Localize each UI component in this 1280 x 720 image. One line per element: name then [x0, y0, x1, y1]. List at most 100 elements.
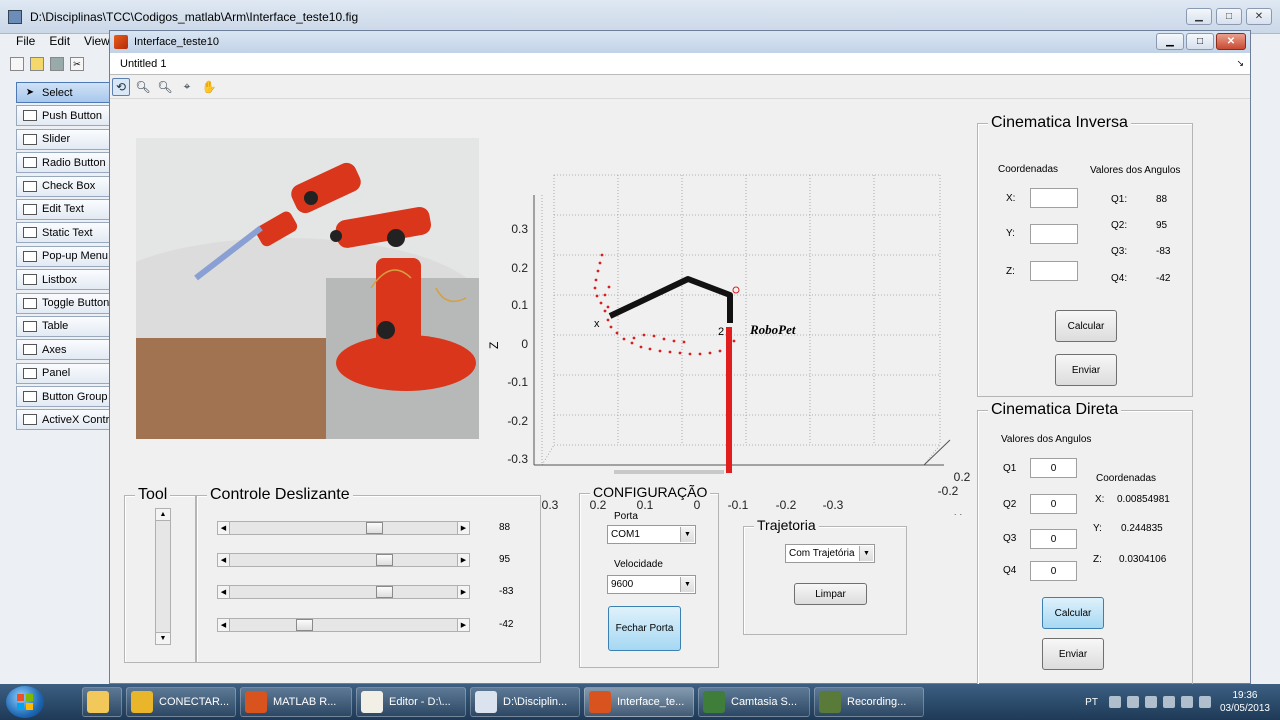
- chevron-down-icon[interactable]: ▼: [680, 577, 694, 592]
- palette-item[interactable]: Check Box: [16, 175, 110, 197]
- palette-item[interactable]: Table: [16, 315, 110, 337]
- palette-item[interactable]: Push Button: [16, 105, 110, 127]
- chevron-down-icon[interactable]: ▼: [680, 527, 694, 542]
- tray-app-icon[interactable]: [1144, 696, 1157, 708]
- close-icon[interactable]: ✕: [1246, 8, 1272, 25]
- language-indicator[interactable]: PT: [1085, 697, 1098, 708]
- system-tray: PT 19:36 03/05/2013: [1085, 684, 1280, 720]
- inversa-y-input[interactable]: [1030, 224, 1078, 244]
- slider-left-arrow-icon[interactable]: ◀: [218, 619, 230, 631]
- taskbar-item[interactable]: MATLAB R...: [240, 687, 352, 717]
- inversa-enviar-button[interactable]: Enviar: [1055, 354, 1117, 386]
- robot-3d-axes[interactable]: 0.3 0.2 0.1 0 -0.1 -0.2 -0.3 0.3 0.2 0.1…: [484, 135, 984, 533]
- network-icon[interactable]: [1162, 696, 1175, 708]
- joint-slider[interactable]: ◀ ▶: [217, 521, 470, 535]
- palette-item[interactable]: Radio Button: [16, 152, 110, 174]
- taskbar-item[interactable]: CONECTAR...: [126, 687, 236, 717]
- direta-q1-input[interactable]: 0: [1030, 458, 1077, 478]
- direta-y-value: 0.244835: [1121, 523, 1163, 534]
- cut-icon[interactable]: ✂: [70, 57, 84, 71]
- joint-slider[interactable]: ◀ ▶: [217, 618, 470, 632]
- start-button-icon[interactable]: [6, 686, 44, 718]
- chevron-down-icon[interactable]: ▼: [859, 546, 873, 561]
- palette-item[interactable]: Toggle Button: [16, 292, 110, 314]
- trajetoria-select[interactable]: Com Trajetória ▼: [785, 544, 875, 563]
- inversa-z-input[interactable]: [1030, 261, 1078, 281]
- slider-left-arrow-icon[interactable]: ◀: [218, 522, 230, 534]
- taskbar-item[interactable]: Editor - D:\...: [356, 687, 466, 717]
- tool-vertical-slider[interactable]: ▲ ▼: [155, 508, 171, 645]
- direta-q3-input[interactable]: 0: [1030, 529, 1077, 549]
- fechar-porta-button[interactable]: Fechar Porta: [608, 606, 681, 651]
- static-text-icon: [23, 227, 37, 239]
- tray-app-icon[interactable]: [1126, 696, 1139, 708]
- menu-edit[interactable]: Edit: [49, 34, 70, 52]
- slider-right-arrow-icon[interactable]: ▶: [457, 619, 469, 631]
- palette-item-label: Toggle Button: [42, 297, 110, 310]
- inversa-coord-label: Coordenadas: [998, 164, 1059, 175]
- limpar-button[interactable]: Limpar: [794, 583, 867, 605]
- flag-icon[interactable]: [1198, 696, 1211, 708]
- figure-window: Interface_teste10 ▁ □ ✕ Untitled 1 ↘ ⟲ 🔍…: [109, 30, 1251, 685]
- inversa-calcular-button[interactable]: Calcular: [1055, 310, 1117, 342]
- taskbar-item[interactable]: Camtasia S...: [698, 687, 810, 717]
- taskbar-app-icon: [361, 691, 383, 713]
- volume-icon[interactable]: [1180, 696, 1193, 708]
- taskbar-app-icon: [589, 691, 611, 713]
- new-file-icon[interactable]: [10, 57, 24, 71]
- slider-up-arrow-icon[interactable]: ▲: [156, 509, 170, 521]
- menu-view[interactable]: View: [84, 34, 110, 52]
- palette-item[interactable]: ActiveX Control: [16, 409, 110, 431]
- robot-label: RoboPet: [749, 322, 796, 337]
- direta-q2-input[interactable]: 0: [1030, 494, 1077, 514]
- slider-down-arrow-icon[interactable]: ▼: [156, 632, 170, 644]
- palette-item[interactable]: Panel: [16, 362, 110, 384]
- y-tick-label: -0.3: [823, 498, 844, 512]
- joint-slider[interactable]: ◀ ▶: [217, 553, 470, 567]
- slider-left-arrow-icon[interactable]: ◀: [218, 554, 230, 566]
- joint-slider[interactable]: ◀ ▶: [217, 585, 470, 599]
- palette-item[interactable]: Pop-up Menu: [16, 245, 110, 267]
- slider-right-arrow-icon[interactable]: ▶: [457, 522, 469, 534]
- palette-item[interactable]: Edit Text: [16, 198, 110, 220]
- explorer-pinned[interactable]: [82, 687, 122, 717]
- porta-select[interactable]: COM1 ▼: [607, 525, 696, 544]
- taskbar-item[interactable]: Interface_te...: [584, 687, 694, 717]
- tool-panel-title: Tool: [135, 486, 171, 504]
- listbox-icon: [23, 274, 37, 286]
- menu-file[interactable]: File: [16, 34, 35, 52]
- slider-thumb[interactable]: [365, 522, 383, 534]
- palette-item[interactable]: Listbox: [16, 269, 110, 291]
- direta-x-value: 0.00854981: [1117, 494, 1170, 505]
- taskbar-item[interactable]: D:\Disciplin...: [470, 687, 580, 717]
- palette-item[interactable]: Static Text: [16, 222, 110, 244]
- save-icon[interactable]: [50, 57, 64, 71]
- open-folder-icon[interactable]: [30, 57, 44, 71]
- clock[interactable]: 19:36 03/05/2013: [1220, 689, 1270, 715]
- slider-right-arrow-icon[interactable]: ▶: [457, 586, 469, 598]
- taskbar-item[interactable]: Recording...: [814, 687, 924, 717]
- slider-thumb[interactable]: [295, 619, 313, 631]
- velocidade-select[interactable]: 9600 ▼: [607, 575, 696, 594]
- palette-item[interactable]: Axes: [16, 339, 110, 361]
- push-button-icon: [23, 110, 37, 122]
- palette-item-label: Listbox: [42, 273, 77, 286]
- palette-item[interactable]: ➤ Select: [16, 82, 110, 103]
- slider-left-arrow-icon[interactable]: ◀: [218, 586, 230, 598]
- minimize-icon[interactable]: ▁: [1186, 8, 1212, 25]
- direta-x-label: X:: [1095, 494, 1105, 505]
- direta-calcular-button[interactable]: Calcular: [1042, 597, 1104, 629]
- inversa-x-input[interactable]: [1030, 188, 1078, 208]
- palette-item[interactable]: Slider: [16, 128, 110, 150]
- tray-app-icon[interactable]: [1108, 696, 1121, 708]
- palette-item[interactable]: Button Group: [16, 386, 110, 408]
- slider-right-arrow-icon[interactable]: ▶: [457, 554, 469, 566]
- maximize-icon[interactable]: □: [1216, 8, 1242, 25]
- slider-thumb[interactable]: [376, 586, 394, 598]
- direta-enviar-button[interactable]: Enviar: [1042, 638, 1104, 670]
- palette-item-label: Panel: [42, 367, 71, 380]
- direta-q4-input[interactable]: 0: [1030, 561, 1077, 581]
- z-tick-label: 0: [521, 337, 528, 351]
- arrow-icon: ➤: [25, 87, 35, 98]
- slider-thumb[interactable]: [376, 554, 394, 566]
